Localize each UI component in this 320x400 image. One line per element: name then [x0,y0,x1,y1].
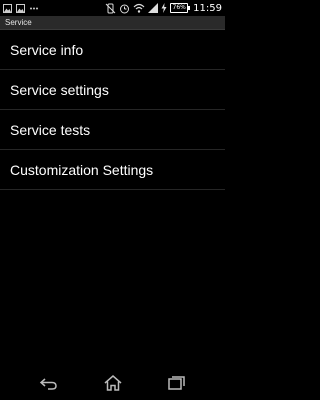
image-icon [16,3,25,13]
recents-button[interactable] [164,373,188,393]
alarm-icon [120,4,130,13]
menu-item-label: Service info [10,41,84,58]
vibrate-off-icon [105,3,116,13]
menu-item-label: Service tests [10,121,91,138]
status-bar: 76% 11:59 [0,0,225,16]
action-bar: Service [0,16,225,30]
clock: 11:59 [193,2,222,14]
home-button[interactable] [101,373,125,393]
menu-item-service-settings[interactable]: Service settings [0,70,225,110]
system-icons: 76% 11:59 [105,1,222,15]
image-icon [3,3,12,13]
navigation-bar [0,366,225,400]
menu-item-label: Service settings [10,81,109,98]
page-title: Service [5,18,32,27]
home-icon [104,375,122,391]
notification-icons [3,2,39,14]
back-icon [39,378,57,390]
signal-icon [148,3,159,13]
dots-icon [30,7,38,9]
menu-item-customization-settings[interactable]: Customization Settings [0,150,225,190]
menu-list: Service info Service settings Service te… [0,30,225,190]
battery-icon: 76% [170,3,191,13]
wifi-icon [133,3,145,13]
menu-item-service-info[interactable]: Service info [0,30,225,70]
charging-icon [161,3,167,13]
menu-item-label: Customization Settings [10,161,154,178]
battery-percent: 76% [172,4,186,11]
recents-icon [168,376,185,390]
menu-item-service-tests[interactable]: Service tests [0,110,225,150]
back-button[interactable] [37,373,61,393]
